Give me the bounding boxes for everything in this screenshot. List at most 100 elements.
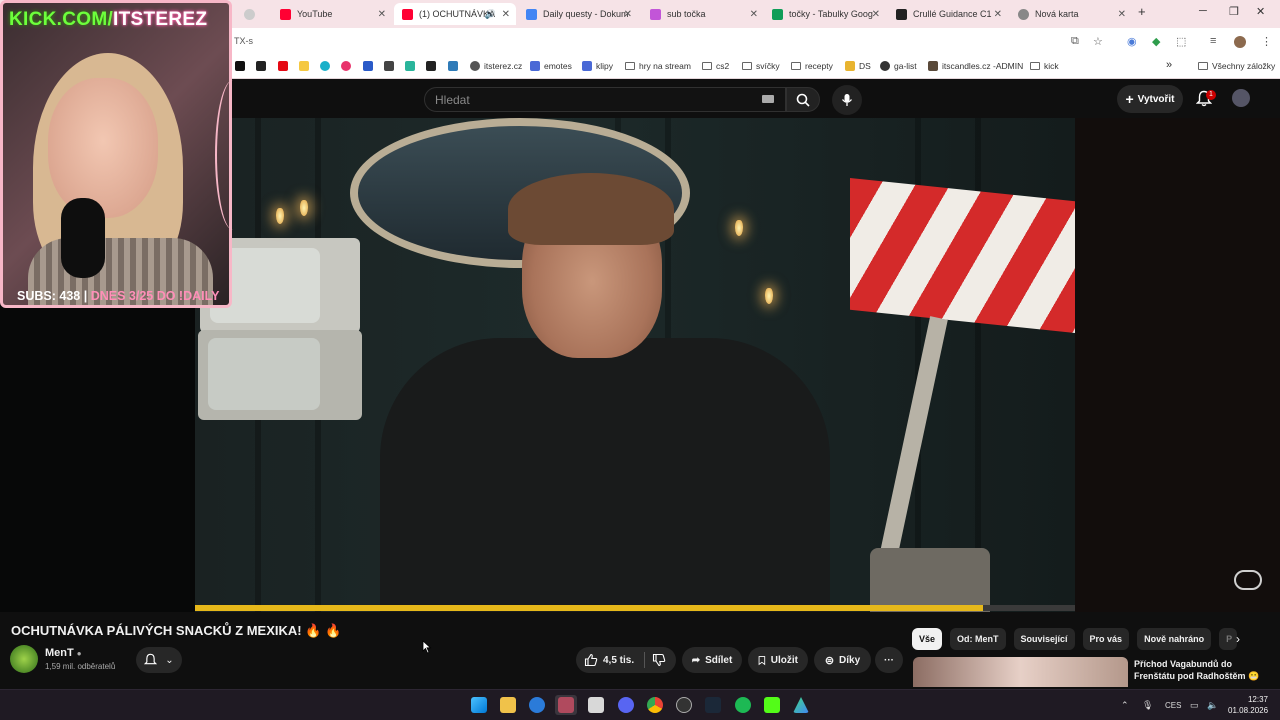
app-icon[interactable]: [588, 697, 604, 713]
bookmark-app[interactable]: [341, 61, 351, 71]
subscription-bell-button[interactable]: ⌄: [136, 647, 182, 673]
install-icon[interactable]: ⧉: [1071, 35, 1079, 48]
bookmark-folder-cs2[interactable]: cs2: [702, 61, 729, 71]
chip-for-you[interactable]: Pro vás: [1082, 628, 1130, 650]
chevron-up-icon[interactable]: ⌃: [1121, 700, 1129, 711]
profile-avatar-icon[interactable]: [1234, 36, 1246, 48]
recommendation-chips: Vše Od: MenT Související Pro vás Nově na…: [912, 628, 1238, 650]
dislike-button[interactable]: [652, 653, 666, 672]
keyboard-icon[interactable]: [762, 95, 774, 103]
menu-kebab-icon[interactable]: ⋮: [1261, 35, 1272, 48]
new-tab-button[interactable]: +: [1138, 4, 1146, 19]
save-button[interactable]: Uložit: [748, 647, 808, 673]
minimize-icon[interactable]: ─: [1199, 5, 1207, 17]
bookmark-ga-list[interactable]: ga-list: [880, 61, 917, 71]
close-icon[interactable]: ✕: [994, 9, 1002, 20]
system-clock[interactable]: 12:37 01.08.2026: [1228, 694, 1268, 716]
bookmark-paypal[interactable]: [363, 61, 373, 71]
browser-tab-docs[interactable]: Daily questy - Dokum ✕: [518, 3, 638, 25]
bookmark-folder-svicky[interactable]: svíčky: [742, 61, 780, 71]
thanks-button[interactable]: ⊜ Díky: [814, 647, 871, 673]
chip-all[interactable]: Vše: [912, 628, 943, 650]
browser-tab-guidance[interactable]: Crullé Guidance C1 ✕: [888, 3, 1008, 25]
close-window-icon[interactable]: ✕: [1256, 5, 1265, 18]
search-button[interactable]: [786, 87, 820, 112]
bookmark-netflix[interactable]: [278, 61, 288, 71]
channel-avatar[interactable]: [10, 645, 38, 673]
close-icon[interactable]: ✕: [624, 9, 632, 20]
bookmark-folder-kick[interactable]: kick: [1030, 61, 1059, 71]
recommended-video-thumbnail[interactable]: [913, 657, 1128, 687]
video-progress-bar[interactable]: [195, 605, 1075, 611]
tab-search-icon[interactable]: ≡: [1210, 35, 1216, 47]
close-icon[interactable]: ✕: [502, 9, 510, 20]
bookmark-download[interactable]: [426, 61, 436, 71]
chip-recently-uploaded[interactable]: Nově nahráno: [1137, 628, 1212, 650]
chip-related[interactable]: Související: [1013, 628, 1075, 650]
browser-tab-sheets[interactable]: točky - Tabulky Goog ✕: [764, 3, 886, 25]
close-icon[interactable]: ✕: [750, 9, 758, 20]
bookmark-klipy[interactable]: klipy: [582, 61, 613, 71]
file-explorer-icon[interactable]: [500, 697, 516, 713]
drive-icon[interactable]: [793, 697, 809, 713]
spotify-icon[interactable]: [735, 697, 751, 713]
create-button[interactable]: + Vytvořit: [1117, 85, 1183, 113]
chrome-icon[interactable]: [647, 697, 663, 713]
close-icon[interactable]: ✕: [1118, 9, 1126, 20]
language-indicator[interactable]: CES: [1165, 701, 1181, 710]
browser-tab-sub-tocka[interactable]: sub točka ✕: [642, 3, 764, 25]
kick-icon[interactable]: [764, 697, 780, 713]
close-icon[interactable]: ✕: [378, 9, 386, 20]
all-bookmarks-button[interactable]: Všechny záložky: [1198, 61, 1275, 71]
extension-icon[interactable]: ◉: [1127, 35, 1137, 48]
discord-icon[interactable]: [618, 697, 634, 713]
bookmark-ds[interactable]: DS: [845, 61, 871, 71]
volume-icon[interactable]: 🔈: [1207, 700, 1218, 711]
star-icon[interactable]: ☆: [1093, 35, 1103, 48]
bookmark-emotes[interactable]: emotes: [530, 61, 572, 71]
like-button[interactable]: 4,5 tis.: [584, 653, 634, 667]
close-icon[interactable]: ✕: [872, 9, 880, 20]
account-avatar[interactable]: [1232, 89, 1250, 107]
channel-name[interactable]: MenT ●: [45, 647, 82, 659]
chevron-right-icon[interactable]: ›: [1236, 632, 1240, 646]
browser-tab[interactable]: [236, 3, 272, 25]
presenter-body: [380, 338, 830, 612]
recommended-video-title[interactable]: Příchod Vagabundů do Frenštátu pod Radho…: [1134, 658, 1274, 682]
bookmark-folder-hry[interactable]: hry na stream: [625, 61, 691, 71]
browser-tab-new[interactable]: Nová karta ✕: [1010, 3, 1132, 25]
streamer-face: [48, 78, 158, 218]
bookmark-amazon[interactable]: [256, 61, 266, 71]
bookmark-app[interactable]: [384, 61, 394, 71]
channel-watermark-icon[interactable]: [1234, 570, 1262, 590]
bookmark-x[interactable]: [235, 61, 245, 71]
browser-tab-active[interactable]: (1) OCHUTNÁVKA 🔊 ✕: [394, 3, 516, 25]
chip-overflow[interactable]: P: [1219, 628, 1238, 650]
bookmark-app[interactable]: [320, 61, 330, 71]
bookmark-folder-recepty[interactable]: recepty: [791, 61, 833, 71]
bookmarks-overflow-button[interactable]: »: [1166, 59, 1172, 71]
more-actions-button[interactable]: ···: [875, 647, 903, 673]
search-input[interactable]: Hledat: [424, 87, 786, 112]
speaker-icon[interactable]: 🔊: [485, 9, 496, 20]
browser-tab-youtube[interactable]: YouTube ✕: [272, 3, 392, 25]
bookmark-app[interactable]: [448, 61, 458, 71]
microphone-icon[interactable]: 🎙: [1142, 700, 1153, 711]
puzzle-icon[interactable]: ⬚: [1176, 35, 1186, 48]
steam-icon[interactable]: [705, 697, 721, 713]
url-field[interactable]: TX-s: [234, 36, 253, 46]
bookmark-app[interactable]: [299, 61, 309, 71]
bookmark-app[interactable]: [405, 61, 415, 71]
network-icon[interactable]: ▭: [1190, 700, 1199, 711]
obs-icon[interactable]: [676, 697, 692, 713]
windows-start-icon[interactable]: [471, 697, 487, 713]
chip-from-channel[interactable]: Od: MenT: [950, 628, 1006, 650]
bookmark-itsterez[interactable]: itsterez.cz: [470, 61, 522, 71]
app-icon[interactable]: [529, 697, 545, 713]
voice-search-button[interactable]: [832, 85, 862, 115]
bookmark-itscandles[interactable]: itscandles.cz -ADMIN: [928, 61, 1023, 71]
extension-icon[interactable]: ◆: [1152, 35, 1160, 48]
share-button[interactable]: ➦ Sdílet: [682, 647, 742, 673]
streaming-app-icon[interactable]: [558, 697, 574, 713]
restore-icon[interactable]: ❐: [1229, 5, 1239, 18]
